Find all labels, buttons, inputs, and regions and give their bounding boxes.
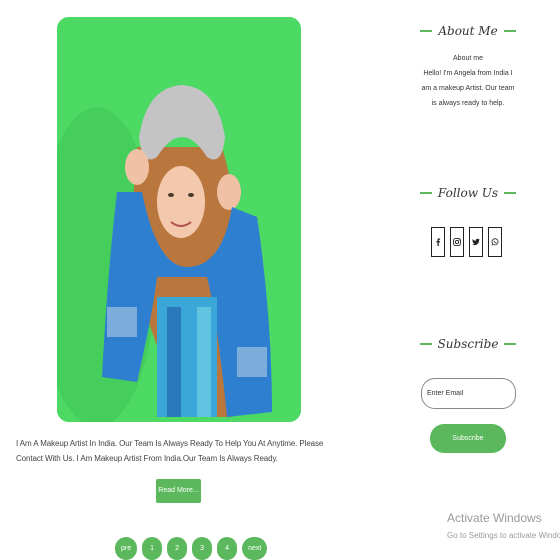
follow-widget-title: Follow Us bbox=[420, 185, 516, 201]
page-3-button[interactable]: 3 bbox=[192, 537, 213, 560]
watermark-subtitle: Go to Settings to activate Windows. bbox=[447, 531, 560, 540]
page-1-button[interactable]: 1 bbox=[142, 537, 163, 560]
instagram-icon[interactable] bbox=[450, 227, 464, 257]
about-title: About Me bbox=[438, 24, 498, 38]
follow-title: Follow Us bbox=[437, 186, 499, 200]
subscribe-title: Subscribe bbox=[437, 337, 499, 351]
subscribe-button[interactable]: Subscribe bbox=[430, 424, 506, 453]
email-input[interactable] bbox=[421, 378, 516, 409]
about-text: About me Hello! I'm Angela from India I … bbox=[421, 51, 515, 111]
social-links bbox=[431, 227, 502, 257]
post-excerpt: I Am A Makeup Artist In India. Our Team … bbox=[16, 439, 324, 463]
activate-windows-watermark: Activate Windows Go to Settings to activ… bbox=[447, 511, 560, 543]
subscribe-widget-title: Subscribe bbox=[420, 336, 516, 352]
page-prev-button[interactable]: pre bbox=[115, 537, 138, 560]
title-divider bbox=[420, 343, 432, 345]
about-widget-title: About Me bbox=[420, 23, 517, 39]
title-divider bbox=[420, 192, 432, 194]
post-photo bbox=[57, 17, 301, 422]
about-description: Hello! I'm Angela from India I am a make… bbox=[421, 70, 515, 107]
pagination: pre 1 2 3 4 next bbox=[115, 537, 268, 560]
title-divider bbox=[504, 343, 516, 345]
whatsapp-icon[interactable] bbox=[488, 227, 502, 257]
twitter-icon[interactable] bbox=[469, 227, 483, 257]
read-more-button[interactable]: Read More... bbox=[156, 479, 201, 503]
facebook-icon[interactable] bbox=[431, 227, 445, 257]
page-next-button[interactable]: next bbox=[242, 537, 268, 560]
watermark-title: Activate Windows bbox=[447, 511, 542, 525]
title-divider bbox=[504, 192, 516, 194]
about-heading: About me bbox=[453, 55, 483, 62]
model-photo-illustration bbox=[57, 17, 301, 422]
page-2-button[interactable]: 2 bbox=[167, 537, 188, 560]
title-divider bbox=[503, 30, 517, 32]
title-divider bbox=[420, 30, 433, 32]
page-4-button[interactable]: 4 bbox=[217, 537, 238, 560]
